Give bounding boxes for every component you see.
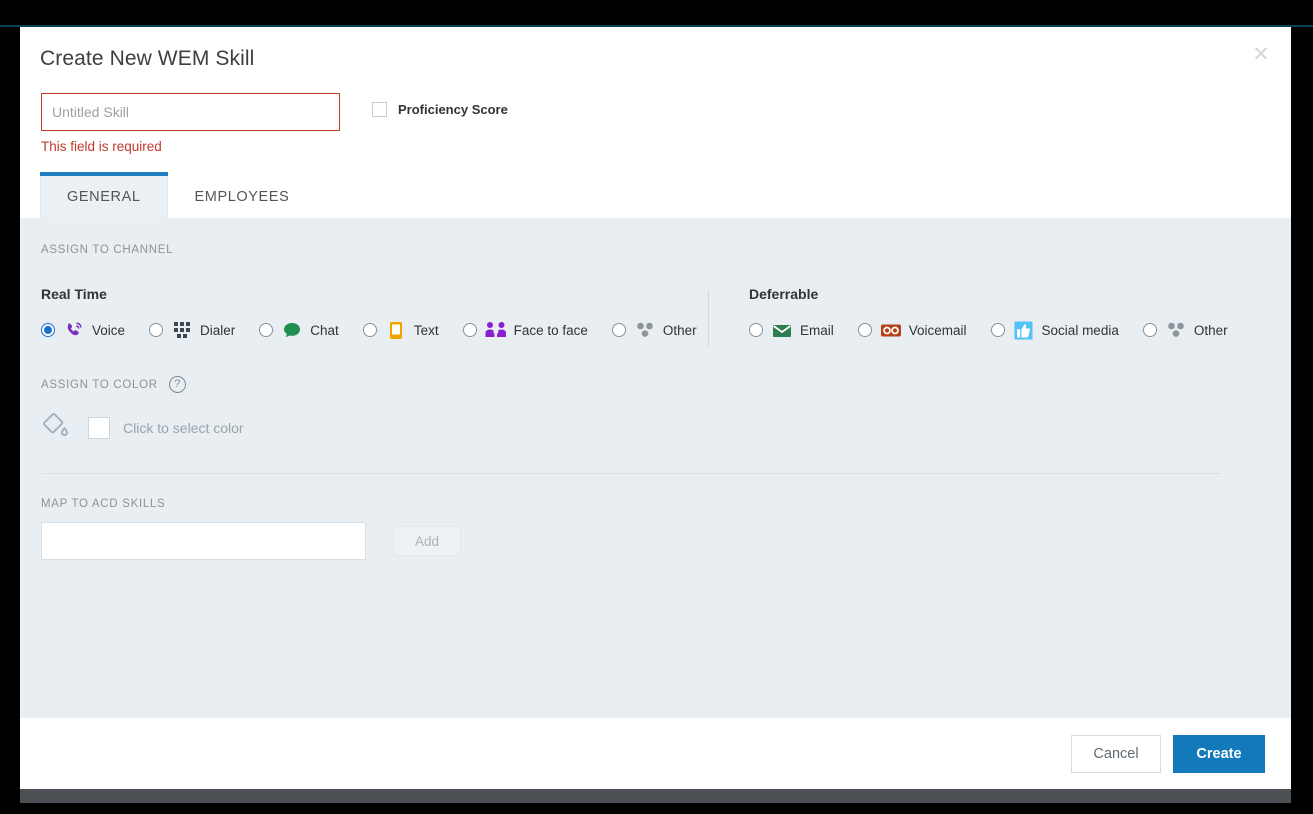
color-swatch[interactable] bbox=[88, 417, 110, 439]
channel-option-social-media[interactable]: Social media bbox=[991, 320, 1119, 340]
other-realtime-radio[interactable] bbox=[612, 323, 626, 337]
add-acd-skill-button[interactable]: Add bbox=[393, 526, 461, 556]
realtime-group: Real Time Voice bbox=[41, 286, 719, 340]
acd-skills-row: Add bbox=[20, 510, 1291, 560]
assign-to-color-section: ASSIGN TO COLOR ? Click to select color bbox=[20, 376, 1291, 444]
proficiency-score-control[interactable]: Proficiency Score bbox=[372, 102, 508, 117]
validation-message: This field is required bbox=[20, 131, 1291, 154]
dots-cluster-icon bbox=[1165, 320, 1187, 340]
channel-option-other-deferrable[interactable]: Other bbox=[1143, 320, 1228, 340]
thumbs-up-icon bbox=[1013, 320, 1035, 340]
tab-general[interactable]: GENERAL bbox=[40, 172, 168, 218]
channel-option-face-to-face[interactable]: Face to face bbox=[463, 320, 588, 340]
channel-option-voice[interactable]: Voice bbox=[41, 320, 125, 340]
chat-radio[interactable] bbox=[259, 323, 273, 337]
phone-icon bbox=[63, 320, 85, 340]
deferrable-options: Email Voicemail bbox=[749, 320, 1228, 340]
channel-option-dialer[interactable]: Dialer bbox=[149, 320, 235, 340]
voice-radio[interactable] bbox=[41, 323, 55, 337]
assign-to-color-label: ASSIGN TO COLOR bbox=[41, 379, 158, 391]
keypad-icon bbox=[171, 320, 193, 340]
voicemail-icon bbox=[880, 320, 902, 340]
two-people-icon bbox=[485, 320, 507, 340]
tab-employees[interactable]: EMPLOYEES bbox=[168, 172, 317, 218]
acd-skills-input[interactable] bbox=[41, 522, 366, 560]
channel-option-voicemail[interactable]: Voicemail bbox=[858, 320, 967, 340]
envelope-icon bbox=[771, 320, 793, 340]
dialer-radio[interactable] bbox=[149, 323, 163, 337]
channel-option-email[interactable]: Email bbox=[749, 320, 834, 340]
skill-name-row: Proficiency Score bbox=[20, 71, 1291, 131]
paint-bucket-icon bbox=[41, 412, 70, 444]
face-to-face-label: Face to face bbox=[514, 323, 588, 338]
group-divider bbox=[708, 290, 709, 348]
dots-cluster-icon bbox=[634, 320, 656, 340]
text-label: Text bbox=[414, 323, 439, 338]
other-realtime-label: Other bbox=[663, 323, 697, 338]
deferrable-group: Deferrable Email bbox=[719, 286, 1228, 340]
assign-to-channel-label: ASSIGN TO CHANNEL bbox=[20, 244, 1291, 256]
close-icon[interactable]: ✕ bbox=[1247, 41, 1275, 69]
chat-label: Chat bbox=[310, 323, 339, 338]
assign-to-color-header: ASSIGN TO COLOR ? bbox=[20, 376, 1291, 393]
voicemail-label: Voicemail bbox=[909, 323, 967, 338]
create-button[interactable]: Create bbox=[1173, 735, 1265, 773]
face-to-face-radio[interactable] bbox=[463, 323, 477, 337]
chat-bubble-icon bbox=[281, 320, 303, 340]
voicemail-radio[interactable] bbox=[858, 323, 872, 337]
color-placeholder-text: Click to select color bbox=[123, 420, 244, 436]
other-deferrable-label: Other bbox=[1194, 323, 1228, 338]
question-mark-icon[interactable]: ? bbox=[169, 376, 186, 393]
social-media-label: Social media bbox=[1042, 323, 1119, 338]
realtime-options: Voice bbox=[41, 320, 719, 340]
skill-name-input[interactable] bbox=[41, 93, 340, 131]
proficiency-score-label: Proficiency Score bbox=[398, 102, 508, 117]
social-media-radio[interactable] bbox=[991, 323, 1005, 337]
proficiency-score-checkbox[interactable] bbox=[372, 102, 387, 117]
realtime-title: Real Time bbox=[41, 286, 719, 302]
dialer-label: Dialer bbox=[200, 323, 235, 338]
email-radio[interactable] bbox=[749, 323, 763, 337]
other-deferrable-radio[interactable] bbox=[1143, 323, 1157, 337]
voice-label: Voice bbox=[92, 323, 125, 338]
channel-option-other-realtime[interactable]: Other bbox=[612, 320, 697, 340]
tab-bar: GENERAL EMPLOYEES bbox=[20, 172, 1291, 218]
background-bottom-bar bbox=[20, 789, 1291, 803]
channel-option-text[interactable]: Text bbox=[363, 320, 439, 340]
channel-option-chat[interactable]: Chat bbox=[259, 320, 339, 340]
mobile-phone-icon bbox=[385, 320, 407, 340]
map-to-acd-skills-label: MAP TO ACD SKILLS bbox=[20, 474, 1291, 510]
cancel-button[interactable]: Cancel bbox=[1071, 735, 1161, 773]
dialog-footer: Cancel Create bbox=[20, 718, 1291, 789]
dialog-body: ASSIGN TO CHANNEL Real Time bbox=[20, 218, 1291, 718]
channel-groups: Real Time Voice bbox=[20, 256, 1291, 340]
screen: Create New WEM Skill ✕ Proficiency Score… bbox=[0, 0, 1313, 814]
email-label: Email bbox=[800, 323, 834, 338]
deferrable-title: Deferrable bbox=[749, 286, 1228, 302]
dialog-title: Create New WEM Skill bbox=[20, 39, 1291, 71]
dialog-header: Create New WEM Skill ✕ Proficiency Score… bbox=[20, 27, 1291, 218]
create-wem-skill-dialog: Create New WEM Skill ✕ Proficiency Score… bbox=[20, 27, 1291, 789]
text-radio[interactable] bbox=[363, 323, 377, 337]
color-picker-row[interactable]: Click to select color bbox=[20, 393, 1291, 444]
